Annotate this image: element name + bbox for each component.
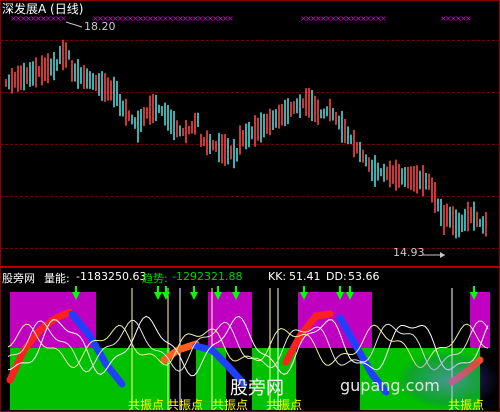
- arrow-down-icon: [154, 286, 162, 300]
- dd-label: DD:: [326, 270, 347, 283]
- dd-value: 53.66: [348, 270, 380, 283]
- indicator-source: 股旁网: [2, 272, 35, 285]
- x-mark: ×: [465, 14, 472, 23]
- signal-tag: 共振点: [167, 398, 204, 412]
- trend-value: -1292321.88: [172, 270, 243, 283]
- arrow-down-icon: [162, 286, 170, 300]
- kk-label: KK:: [268, 270, 287, 283]
- volume-value: -1183250.63: [76, 270, 147, 283]
- trend-label: 趋势:: [142, 272, 168, 285]
- high-marker: [65, 21, 83, 28]
- price-chart[interactable]: ××××××××××× ×××××××××××××××××××××××××××× ×…: [0, 0, 500, 412]
- signal-zone-upper: [208, 292, 252, 348]
- kk-value: 51.41: [289, 270, 321, 283]
- watermark-text: 股旁网: [230, 378, 284, 399]
- chart-title: 深发展A (日线): [2, 2, 84, 16]
- chart-window: × × × × × × × × × × × × × × × × × × × × × × × × × × × × × × × × × × × × × × × ×…: [0, 0, 500, 412]
- low-price-label: 14.93: [393, 246, 425, 259]
- watermark-site: gupang.com: [340, 376, 440, 395]
- x-mark: ×: [380, 14, 387, 23]
- pane-divider: [0, 266, 500, 268]
- signal-zone-upper: [470, 292, 490, 348]
- signal-tag: 共振点: [128, 398, 165, 412]
- high-price-label: 18.20: [84, 20, 116, 33]
- arrow-down-icon: [190, 286, 198, 300]
- signal-tag: 共振点: [448, 398, 485, 412]
- volume-label: 量能:: [44, 272, 70, 285]
- x-mark: ×: [227, 14, 234, 23]
- low-marker-head: [440, 252, 445, 258]
